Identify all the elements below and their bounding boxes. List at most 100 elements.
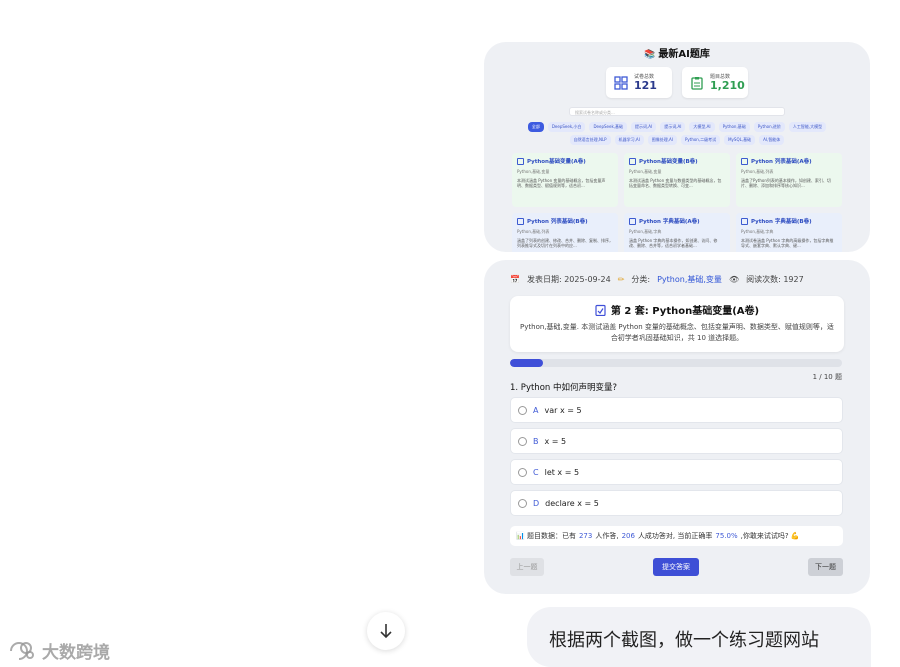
stats-suffix: ,你敢来试试吗? 💪 (740, 532, 800, 540)
correct-count: 206 (621, 532, 635, 540)
quiz-card-desc: 本测试涵盖 Python 变量与数据类型的基础概念，包括变量命名、数据类型转换、… (629, 178, 722, 188)
question-stats: 📊 题目数据：已有 273 人作答, 206 人成功答对, 当前正确率 75.0… (510, 526, 843, 546)
radio-button[interactable] (518, 436, 527, 446)
book-open-icon (629, 157, 636, 165)
option-letter: A (533, 405, 539, 415)
stat-papers: 试卷总数 121 (606, 67, 672, 98)
tag-filter[interactable]: AI,智能体 (759, 135, 785, 145)
document-icon (517, 157, 524, 165)
quiz-card[interactable]: Python 字典基础(A卷) Python,基础,字典 涵盖 Python 字… (624, 213, 730, 252)
library-screenshot[interactable]: 📚 最新AI题库 试卷总数 121 题目总数 1,210 搜索试卷名称或分类... 全… (484, 42, 870, 252)
quiz-card-title: Python 字典基础(B卷) (751, 219, 812, 225)
quiz-card[interactable]: Python 列表基础(A卷) Python,基础,列表 涵盖了Python列表… (736, 153, 842, 207)
book-open-icon (629, 217, 636, 225)
clipboard-icon (691, 76, 703, 90)
book-open-icon (741, 217, 748, 225)
tag-filter[interactable]: 机器学习,AI (614, 135, 644, 145)
chat-view: 📚 最新AI题库 试卷总数 121 题目总数 1,210 搜索试卷名称或分类... 全… (0, 0, 900, 667)
quiz-card-desc: 涵盖了列表的创建、修改、合并、删除、复制、排序，列表推导式及切片在列表中的应..… (517, 238, 613, 248)
tag-filter[interactable]: 全部 (527, 122, 544, 132)
answer-option-c[interactable]: Clet x = 5 (510, 459, 843, 485)
quiz-card-desc: 涵盖了Python列表的基本操作，如创建、索引、切片、删除、添加和排序等核心知识… (741, 178, 831, 188)
eye-icon: 👁 (728, 275, 740, 284)
quiz-description: Python,基础,变量. 本测试涵盖 Python 变量的基础概念、包括变量声… (520, 323, 834, 342)
quiz-card-desc: 本测试卷涵盖 Python 字典的高级操作，包括字典推导式、嵌套字典、默认字典、… (741, 238, 834, 248)
quiz-card-title: Python 字典基础(A卷) (639, 219, 700, 225)
progress-bar (510, 359, 842, 367)
quiz-card-tags: Python,基础,变量 (629, 169, 662, 174)
option-letter: D (533, 498, 540, 508)
watermark-text: 大数跨境 (42, 643, 110, 663)
quiz-meta: 📅 发表日期: 2025-09-24 ✏ 分类: Python,基础,变量 👁 … (510, 274, 804, 285)
pencil-icon: ✏ (617, 275, 625, 284)
next-button[interactable]: 下一题 (808, 558, 843, 576)
submit-button[interactable]: 提交答案 (653, 558, 699, 576)
quiz-screenshot[interactable]: 📅 发表日期: 2025-09-24 ✏ 分类: Python,基础,变量 👁 … (484, 260, 870, 594)
search-input[interactable]: 搜索试卷名称或分类... (569, 107, 785, 116)
tag-filter[interactable]: DeepSeek,基础 (589, 122, 628, 132)
quiz-card-tags: Python,基础,字典 (741, 229, 774, 234)
stats-text: 人作答, (595, 532, 619, 540)
view-count: 阅读次数: 1927 (746, 275, 804, 284)
progress-count: 1 / 10 题 (812, 373, 842, 381)
clipboard-check-icon (595, 304, 606, 316)
stats-prefix: 📊 题目数据：已有 (516, 532, 576, 540)
stat-questions: 题目总数 1,210 (682, 67, 748, 98)
category-link[interactable]: Python,基础,变量 (657, 274, 722, 285)
user-message-bubble: 根据两个截图，做一个练习题网站 (527, 607, 871, 667)
prev-button[interactable]: 上一题 (510, 558, 544, 576)
quiz-title: 第 2 套: Python基础变量(A卷) (610, 306, 760, 317)
radio-button[interactable] (518, 467, 527, 477)
library-stats: 试卷总数 121 题目总数 1,210 (484, 67, 870, 98)
quiz-card[interactable]: Python 字典基础(B卷) Python,基础,字典 本测试卷涵盖 Pyth… (736, 213, 842, 252)
radio-button[interactable] (518, 498, 527, 508)
radio-button[interactable] (518, 405, 527, 415)
option-text: var x = 5 (544, 405, 582, 415)
tag-filter[interactable]: Python,二级考试 (680, 135, 721, 145)
quiz-card-desc: 涵盖 Python 字典的基本操作，如创建、访问、修改、删除、合并等，适合初学者… (629, 238, 718, 248)
tag-filter[interactable]: 人工智能,大模型 (788, 122, 827, 132)
stats-text: 人成功答对, 当前正确率 (637, 532, 713, 540)
progress-fill (510, 359, 544, 367)
option-text: let x = 5 (544, 467, 580, 477)
publish-date: 发表日期: 2025-09-24 (526, 275, 611, 284)
tag-filter[interactable]: 提示词,AI (660, 122, 686, 132)
quiz-card-title: Python基础变量(A卷) (527, 159, 586, 165)
answer-option-d[interactable]: Ddeclare x = 5 (510, 490, 843, 516)
quiz-card[interactable]: Python基础变量(B卷) Python,基础,变量 本测试涵盖 Python… (624, 153, 730, 207)
watermark: 大数跨境 (8, 638, 110, 663)
quiz-card-title: Python基础变量(B卷) (639, 159, 698, 165)
quiz-card-title: Python 列表基础(B卷) (527, 219, 588, 225)
tag-filter[interactable]: 大模型,AI (689, 122, 715, 132)
correct-rate: 75.0% (715, 532, 738, 540)
book-icon: 📚 (644, 50, 656, 60)
option-letter: C (533, 467, 539, 477)
quiz-header: 第 2 套: Python基础变量(A卷) Python,基础,变量. 本测试涵… (510, 296, 844, 352)
tag-filter[interactable]: Python,基础 (718, 122, 750, 132)
option-text: x = 5 (544, 436, 567, 446)
tag-filter[interactable]: MySQL,基础 (724, 135, 756, 145)
answer-option-b[interactable]: Bx = 5 (510, 428, 843, 454)
answer-option-a[interactable]: Avar x = 5 (510, 397, 843, 423)
quiz-card-tags: Python,基础,列表 (741, 169, 774, 174)
tag-filter[interactable]: 提示词,AI (631, 122, 657, 132)
tag-filter[interactable]: DeepSeek,小白 (547, 122, 586, 132)
scroll-down-button[interactable] (367, 612, 405, 650)
quiz-card[interactable]: Python基础变量(A卷) Python,基础,变量 本测试涵盖 Python… (512, 153, 618, 207)
option-letter: B (533, 436, 539, 446)
library-title: 📚 最新AI题库 (644, 49, 710, 60)
quiz-card-title: Python 列表基础(A卷) (751, 159, 812, 165)
tag-filter[interactable]: 图像处理,AI (647, 135, 677, 145)
option-text: declare x = 5 (545, 498, 599, 508)
quiz-card-tags: Python,基础,列表 (517, 229, 550, 234)
question-text: 1. Python 中如何声明变量? (510, 383, 617, 393)
quiz-card-desc: 本测试涵盖 Python 变量的基础概念，包括变量声明、数据类型、赋值规则等，适… (517, 178, 606, 188)
calendar-icon: 📅 (510, 275, 520, 284)
answered-count: 273 (578, 532, 593, 540)
tag-filter[interactable]: Python,进阶 (753, 122, 785, 132)
watermark-logo-icon (10, 641, 34, 660)
quiz-card-tags: Python,基础,变量 (517, 169, 550, 174)
tag-filter[interactable]: 自然语言处理,NLP (569, 135, 611, 145)
stat-value: 121 (634, 79, 657, 92)
quiz-card[interactable]: Python 列表基础(B卷) Python,基础,列表 涵盖了列表的创建、修改… (512, 213, 618, 252)
